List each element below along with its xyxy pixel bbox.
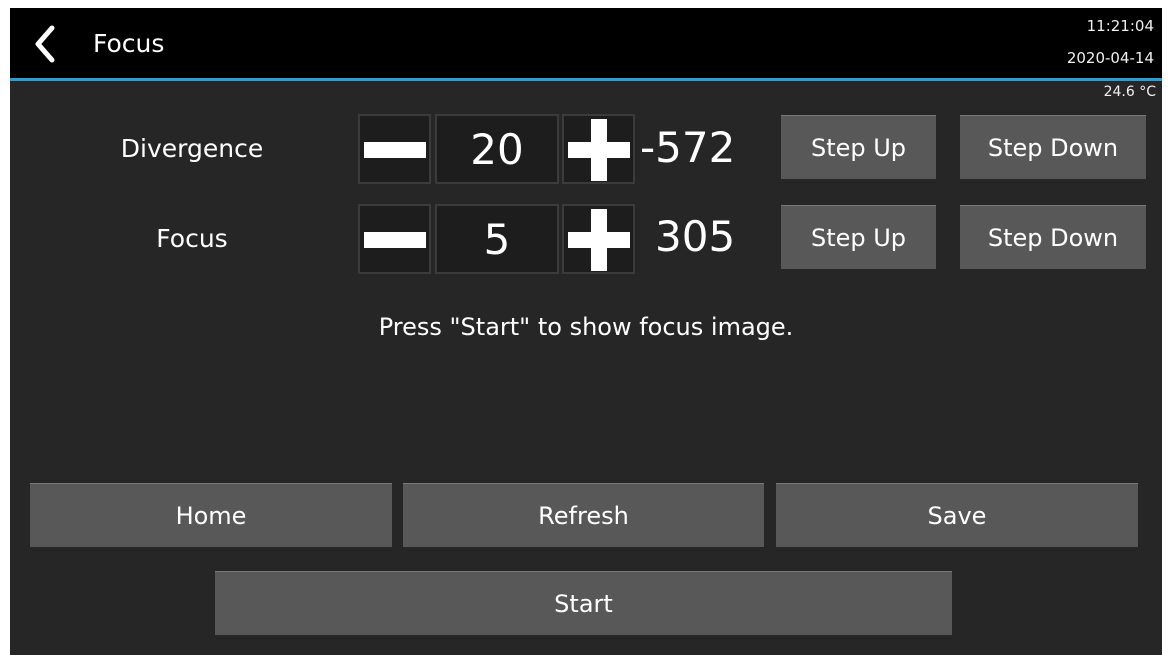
divergence-plus-button[interactable] <box>562 114 635 184</box>
save-button[interactable]: Save <box>776 483 1138 547</box>
focus-step-up-button[interactable]: Step Up <box>781 205 936 269</box>
clock-date: 2020-04-14 <box>1066 49 1154 67</box>
home-button[interactable]: Home <box>30 483 392 547</box>
back-button[interactable] <box>30 22 60 66</box>
divergence-minus-button[interactable] <box>358 114 431 184</box>
minus-icon <box>364 142 426 158</box>
page-title: Focus <box>93 29 165 58</box>
chevron-left-icon <box>30 22 60 66</box>
minus-icon <box>364 232 426 248</box>
focus-position: 305 <box>655 212 736 261</box>
focus-minus-button[interactable] <box>358 204 431 274</box>
divergence-step-down-button[interactable]: Step Down <box>960 115 1146 179</box>
refresh-button[interactable]: Refresh <box>403 483 764 547</box>
divergence-position: -572 <box>640 123 736 172</box>
focus-label: Focus <box>156 224 228 253</box>
focus-step-value: 5 <box>435 204 559 274</box>
instruction-message: Press "Start" to show focus image. <box>378 313 794 341</box>
focus-screen: Focus 11:21:04 2020-04-14 24.6 °C Diverg… <box>10 8 1162 655</box>
divergence-step-value: 20 <box>435 114 559 184</box>
divergence-step-up-button[interactable]: Step Up <box>781 115 936 179</box>
focus-step-down-button[interactable]: Step Down <box>960 205 1146 269</box>
temperature-readout: 24.6 °C <box>1103 84 1156 100</box>
focus-plus-button[interactable] <box>562 204 635 274</box>
header-bar: Focus 11:21:04 2020-04-14 <box>10 8 1162 81</box>
divergence-label: Divergence <box>120 134 264 163</box>
start-button[interactable]: Start <box>215 571 952 635</box>
clock-time: 11:21:04 <box>1086 17 1154 35</box>
